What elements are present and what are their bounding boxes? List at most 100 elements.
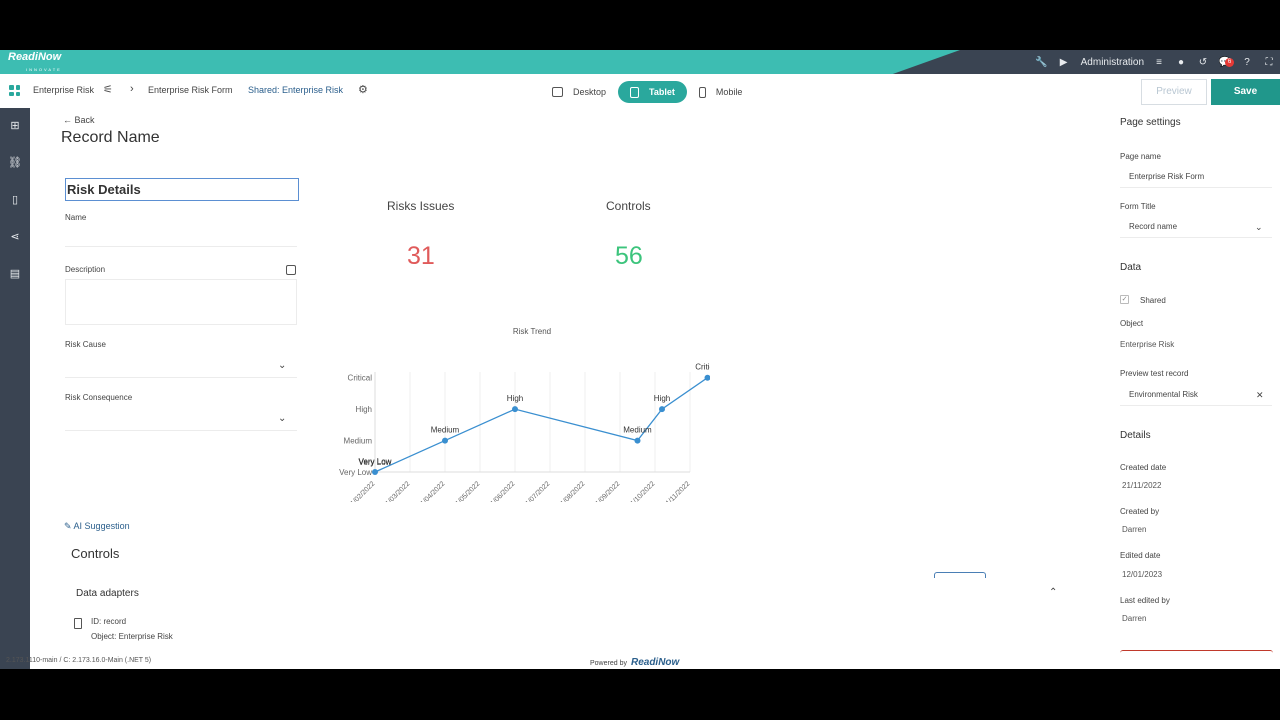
- created-date-label: Created date: [1120, 463, 1167, 472]
- chevron-down-icon[interactable]: ⌄: [278, 413, 286, 424]
- breadcrumb-app[interactable]: Enterprise Risk: [33, 85, 94, 95]
- chart-point: [634, 437, 641, 444]
- administration-link[interactable]: Administration: [1081, 57, 1144, 68]
- document-icon[interactable]: ▯: [0, 182, 30, 219]
- back-link[interactable]: ← Back: [63, 115, 95, 125]
- chart-x-tick-label: 01/04/2022: [417, 480, 447, 502]
- object-value: Enterprise Risk: [1120, 340, 1175, 349]
- add-box-icon[interactable]: ⊞: [0, 108, 30, 145]
- form-title-label: Form Title: [1120, 202, 1156, 211]
- app-window: ReadiNow INNOVATE 🔧 ▶ Administration ≡ ●…: [0, 50, 1280, 669]
- file-icon: [74, 618, 82, 629]
- sliders-icon[interactable]: ⚟: [103, 83, 113, 96]
- breadcrumb-form[interactable]: Enterprise Risk Form: [148, 85, 233, 95]
- shared-label: Shared: [1140, 296, 1166, 305]
- device-mobile[interactable]: Mobile: [687, 81, 755, 103]
- page-name-input[interactable]: Enterprise Risk Form: [1120, 164, 1272, 188]
- chart-data-label: Critical: [695, 363, 710, 372]
- shared-checkbox[interactable]: ✓: [1120, 295, 1129, 304]
- chart-title: Risk Trend: [513, 327, 551, 336]
- brand-tagline: INNOVATE: [26, 67, 62, 72]
- device-desktop-label: Desktop: [573, 87, 607, 97]
- created-by-label: Created by: [1120, 507, 1160, 516]
- adapter-object: Object: Enterprise Risk: [91, 632, 173, 641]
- chart-y-tick-label: Medium: [344, 437, 373, 446]
- top-bar: ReadiNow INNOVATE 🔧 ▶ Administration ≡ ●…: [0, 50, 1280, 74]
- chart-y-tick-label: Critical: [348, 374, 373, 383]
- chart-x-tick-label: 01/07/2022: [522, 480, 552, 502]
- risk-cause-select[interactable]: [65, 377, 297, 378]
- page-settings-title: Page settings: [1120, 117, 1181, 128]
- risk-consequence-select[interactable]: [65, 430, 297, 431]
- kpi-controls-value: 56: [615, 242, 643, 270]
- risk-trend-chart: Risk Trend Very Low Medium High Critical 01/0…: [339, 327, 710, 502]
- breadcrumb-shared[interactable]: Shared: Enterprise Risk: [248, 85, 343, 95]
- chart-point: [659, 406, 665, 413]
- top-bar-actions: 🔧 ▶ Administration ≡ ● ↺ 💬6 ? ⛶: [1031, 50, 1280, 74]
- history-icon[interactable]: ↺: [1192, 57, 1214, 68]
- chart-data-label: Medium: [431, 426, 460, 435]
- powered-brand: ReadiNow: [630, 657, 680, 668]
- chart-series-line: [374, 377, 708, 473]
- share-icon[interactable]: ⋖: [0, 219, 30, 256]
- chart-data-label: Very Low: [359, 458, 392, 467]
- settings-gear-icon[interactable]: ⚙: [358, 83, 368, 96]
- save-button[interactable]: Save: [1211, 79, 1280, 105]
- created-date-value: 21/11/2022: [1122, 481, 1162, 490]
- chevron-down-icon[interactable]: ⌄: [278, 360, 286, 371]
- device-tablet-label: Tablet: [649, 87, 675, 97]
- chart-y-tick-label: Very Low: [339, 468, 372, 477]
- wrench-icon[interactable]: 🔧: [1031, 57, 1053, 68]
- object-label: Object: [1120, 319, 1144, 328]
- mobile-icon: [698, 86, 706, 98]
- preview-button[interactable]: Preview: [1141, 79, 1207, 105]
- edited-date-value: 12/01/2023: [1122, 570, 1163, 579]
- chart-data-label: High: [507, 394, 523, 403]
- device-tablet[interactable]: Tablet: [618, 81, 687, 103]
- controls-section-title: Controls: [71, 546, 120, 561]
- powered-by: Powered by ReadiNow: [590, 657, 679, 668]
- play-icon[interactable]: ▶: [1053, 57, 1075, 68]
- last-edited-value: Darren: [1122, 614, 1147, 623]
- report-icon[interactable]: ▤: [0, 256, 30, 293]
- preview-record-input[interactable]: Environmental Risk: [1120, 382, 1272, 406]
- page-name-label: Page name: [1120, 152, 1161, 161]
- chart-x-tick-label: 01/09/2022: [592, 480, 622, 502]
- back-label: Back: [74, 115, 95, 125]
- chart-x-tick-label: 01/02/2022: [347, 480, 377, 502]
- chat-icon[interactable]: 💬6: [1214, 57, 1236, 68]
- data-adapters-title[interactable]: Data adapters: [76, 588, 139, 599]
- description-field[interactable]: [65, 279, 297, 325]
- tablet-icon: [630, 86, 640, 98]
- ai-suggestion-link[interactable]: ✎ AI Suggestion: [64, 521, 130, 532]
- ai-suggestion-label: AI Suggestion: [73, 521, 130, 531]
- data-section-title: Data: [1120, 262, 1142, 273]
- chevron-down-icon[interactable]: ⌄: [1255, 222, 1263, 233]
- device-desktop[interactable]: Desktop: [540, 81, 618, 103]
- chart-point: [512, 406, 518, 413]
- readinow-logo[interactable]: ReadiNow INNOVATE: [8, 52, 62, 75]
- device-switcher: Desktop Tablet Mobile: [540, 81, 754, 103]
- kpi-risks-value: 31: [407, 242, 435, 270]
- powered-by-label: Powered by: [590, 660, 627, 667]
- delete-button-edge[interactable]: [1120, 650, 1273, 654]
- fullscreen-icon[interactable]: ⛶: [1258, 57, 1280, 68]
- clear-icon[interactable]: ✕: [1256, 390, 1264, 401]
- last-edited-label: Last edited by: [1120, 596, 1170, 605]
- description-label: Description: [65, 265, 106, 274]
- top-bar-brand-band: [0, 50, 960, 74]
- name-field[interactable]: [65, 246, 297, 247]
- chart-x-tick-label: 01/08/2022: [557, 480, 587, 502]
- chevron-up-icon[interactable]: ⌃: [1049, 587, 1057, 598]
- section-title-input[interactable]: Risk Details: [65, 178, 299, 201]
- help-icon[interactable]: ?: [1236, 57, 1258, 68]
- menu-icon[interactable]: ≡: [1148, 57, 1170, 68]
- hierarchy-icon[interactable]: ⛓: [0, 145, 30, 182]
- expand-icon[interactable]: [286, 265, 296, 275]
- created-by-value: Darren: [1122, 525, 1147, 534]
- chart-data-label: High: [654, 394, 670, 403]
- user-icon[interactable]: ●: [1170, 57, 1192, 68]
- chart-x-tick-label: 01/06/2022: [487, 480, 517, 502]
- form-title-select[interactable]: Record name: [1120, 214, 1272, 238]
- app-grid-icon[interactable]: [9, 85, 20, 96]
